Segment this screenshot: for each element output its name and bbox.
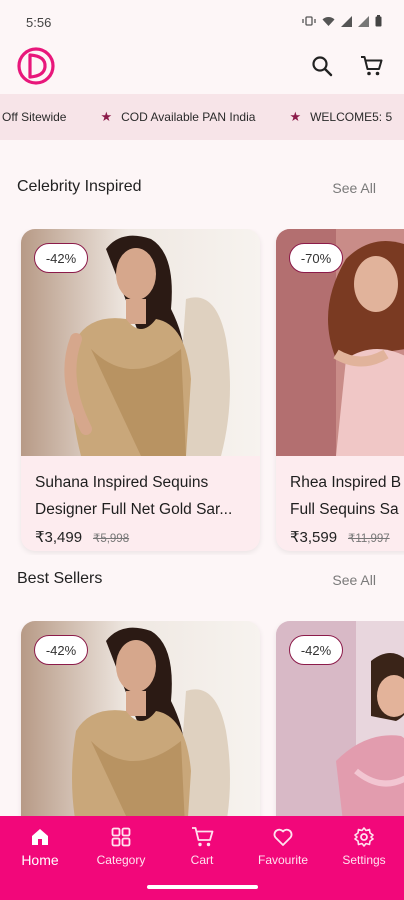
cart-icon xyxy=(191,827,213,847)
nav-label: Favourite xyxy=(257,853,309,867)
cart-button[interactable] xyxy=(357,52,385,80)
wifi-icon xyxy=(322,16,335,26)
star-icon: ★ xyxy=(100,109,113,124)
gear-icon xyxy=(354,827,374,847)
home-icon xyxy=(32,829,48,845)
product-mrp: ₹11,997 xyxy=(348,533,390,545)
product-card[interactable]: -70% Rhea Inspired B Full Sequins Sa ₹3,… xyxy=(276,229,404,551)
section-title: Celebrity Inspired xyxy=(17,178,142,195)
discount-badge: -42% xyxy=(34,635,88,665)
discount-badge: -42% xyxy=(289,635,343,665)
product-card[interactable]: -42% xyxy=(276,621,404,816)
see-all-link[interactable]: See All xyxy=(332,572,376,588)
product-price: ₹3,599 xyxy=(290,529,338,546)
nav-item-favourite[interactable]: Favourite xyxy=(243,824,323,880)
nav-label: Cart xyxy=(190,853,214,867)
product-price: ₹3,499 xyxy=(35,529,83,546)
product-row-best-sellers: -42% -42% xyxy=(0,621,404,816)
search-icon xyxy=(312,56,333,77)
status-bar: 5:56 xyxy=(0,0,404,44)
signal-icon xyxy=(341,15,352,27)
nav-label: Home xyxy=(21,852,59,868)
product-mrp: ₹5,998 xyxy=(93,533,130,545)
nav-label: Category xyxy=(96,853,146,867)
nav-item-category[interactable]: Category xyxy=(81,824,161,880)
section-header-best-sellers: Best Sellers See All xyxy=(0,570,404,594)
brand-logo-icon[interactable] xyxy=(16,46,56,86)
section-title: Best Sellers xyxy=(17,570,103,587)
signal-icon-2 xyxy=(358,15,369,27)
product-name: Suhana Inspired Sequins Designer Full Ne… xyxy=(35,474,233,518)
promo-item: ★ WELCOME5: 5 xyxy=(289,109,393,124)
discount-badge: -70% xyxy=(289,243,343,273)
status-icons xyxy=(302,15,382,27)
nav-label: Settings xyxy=(342,853,386,867)
discount-badge: -42% xyxy=(34,243,88,273)
category-icon xyxy=(111,827,131,847)
nav-item-home[interactable]: Home xyxy=(0,824,80,880)
promo-marquee: Off Sitewide ★ COD Available PAN India ★ W… xyxy=(0,94,404,140)
see-all-link[interactable]: See All xyxy=(332,180,376,196)
product-name: Rhea Inspired B Full Sequins Sa xyxy=(290,474,402,518)
app-header xyxy=(0,44,404,94)
product-card[interactable]: -42% Suhana Inspired Sequins Designer Fu… xyxy=(21,229,260,551)
nav-item-settings[interactable]: Settings xyxy=(324,824,404,880)
search-button[interactable] xyxy=(308,52,336,80)
gesture-home-bar[interactable] xyxy=(147,885,258,889)
promo-item: Off Sitewide xyxy=(2,110,67,124)
nav-item-cart[interactable]: Cart xyxy=(162,824,242,880)
product-card[interactable]: -42% xyxy=(21,621,260,816)
section-header-celebrity-inspired: Celebrity Inspired See All xyxy=(0,178,404,202)
status-time: 5:56 xyxy=(26,15,52,30)
product-row-celebrity: -42% Suhana Inspired Sequins Designer Fu… xyxy=(0,229,404,555)
battery-icon xyxy=(375,15,382,27)
cart-icon xyxy=(360,56,382,76)
promo-item: ★ COD Available PAN India xyxy=(100,109,256,124)
star-icon: ★ xyxy=(289,109,302,124)
heart-icon xyxy=(273,828,293,846)
vibrate-icon xyxy=(302,16,316,26)
